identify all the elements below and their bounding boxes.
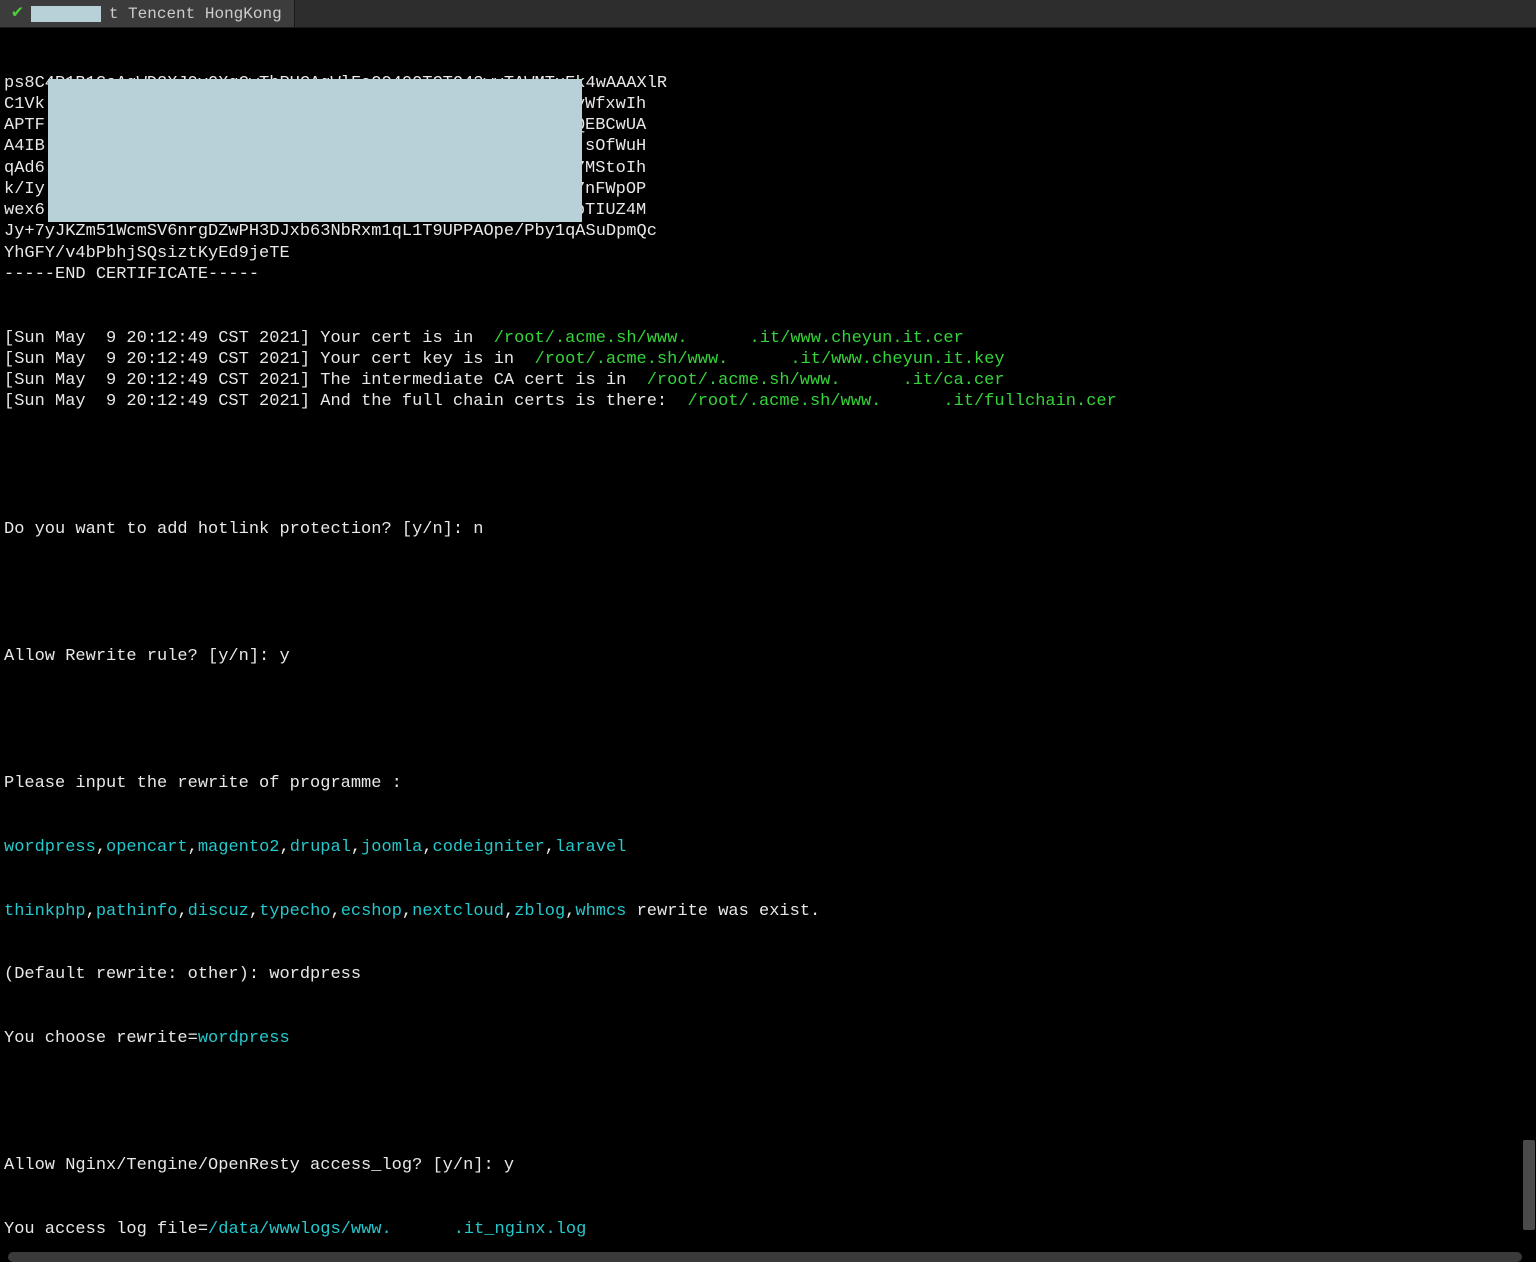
redacted-block — [392, 1218, 454, 1235]
access-log-prompt: Allow Nginx/Tengine/OpenResty access_log… — [4, 1155, 1532, 1176]
cert-line: YhGFY/v4bPbhjSQsiztKyEd9jeTE — [4, 243, 1532, 264]
tab-title: t Tencent HongKong — [109, 4, 282, 24]
redacted-block — [841, 369, 903, 386]
horizontal-scrollbar[interactable] — [8, 1252, 1522, 1262]
rewrite-default: (Default rewrite: other): wordpress — [4, 964, 1532, 985]
terminal-tab[interactable]: ✔ t Tencent HongKong — [0, 0, 295, 27]
acme-line: [Sun May 9 20:12:49 CST 2021] And the fu… — [4, 391, 1532, 412]
acme-line: [Sun May 9 20:12:49 CST 2021] Your cert … — [4, 349, 1532, 370]
scroll-thumb[interactable] — [1523, 1140, 1535, 1230]
acme-line: [Sun May 9 20:12:49 CST 2021] Your cert … — [4, 328, 1532, 349]
redacted-block — [728, 348, 790, 365]
rewrite-list-1: wordpress,opencart,magento2,drupal,jooml… — [4, 837, 1532, 858]
redacted-block — [48, 79, 582, 222]
cert-line: Jy+7yJKZm51WcmSV6nrgDZwPH3DJxb63NbRxm1qL… — [4, 221, 1532, 242]
hotlink-prompt: Do you want to add hotlink protection? [… — [4, 519, 1532, 540]
access-log-file: You access log file=/data/wwwlogs/www..i… — [4, 1219, 1532, 1240]
rewrite-chosen: You choose rewrite=wordpress — [4, 1028, 1532, 1049]
acme-line: [Sun May 9 20:12:49 CST 2021] The interm… — [4, 370, 1532, 391]
redacted-block — [688, 327, 750, 344]
rewrite-allow-prompt: Allow Rewrite rule? [y/n]: y — [4, 646, 1532, 667]
terminal-output[interactable]: ps8C4P1B1GoAgWD2XJ9v0XgCwThPUCAgWlFaOO40… — [0, 28, 1536, 1250]
redacted-block — [31, 6, 101, 22]
redacted-block — [881, 390, 943, 407]
rewrite-header: Please input the rewrite of programme : — [4, 773, 1532, 794]
rewrite-list-2: thinkphp,pathinfo,discuz,typecho,ecshop,… — [4, 901, 1532, 922]
vertical-scrollbar[interactable] — [1522, 28, 1536, 1250]
tab-bar: ✔ t Tencent HongKong — [0, 0, 1536, 28]
cert-line: -----END CERTIFICATE----- — [4, 264, 1532, 285]
check-icon: ✔ — [12, 2, 23, 25]
